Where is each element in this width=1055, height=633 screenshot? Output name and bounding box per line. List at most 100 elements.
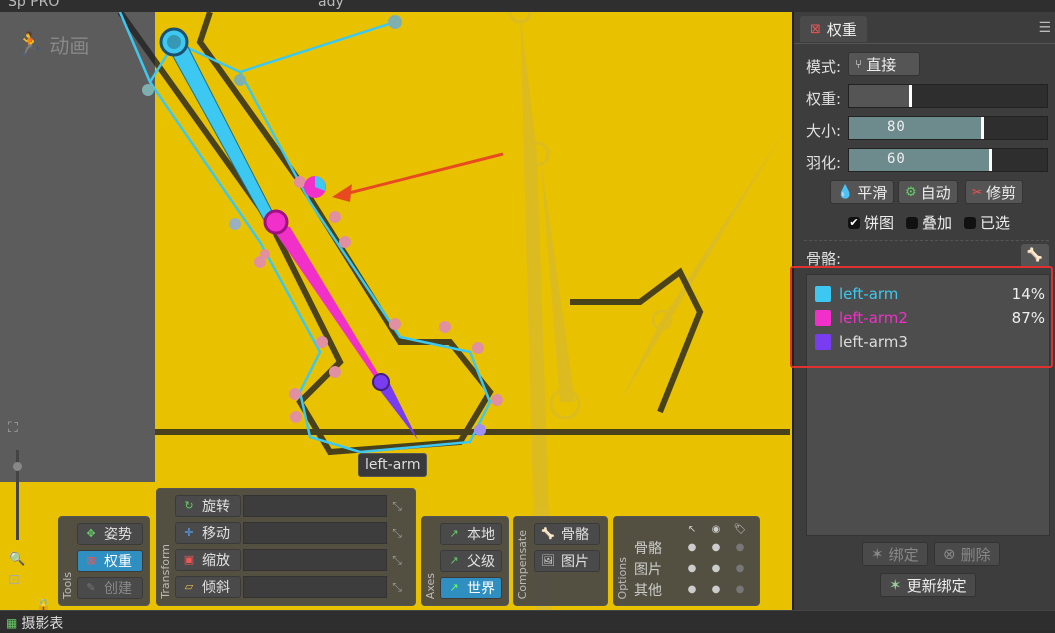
frame-icon[interactable]: ⊡	[8, 572, 20, 588]
auto-label: 自动	[920, 183, 951, 202]
weights-tab-label: 权重	[826, 20, 857, 39]
size-label: 大小:	[806, 122, 842, 140]
prune-label: 修剪	[986, 183, 1017, 202]
compensate-group: Compensate 🦴 骨骼 🖼 图片	[513, 516, 608, 606]
weights-tool-button[interactable]: ⊠ 权重	[77, 550, 143, 572]
translate-button[interactable]: ✛ 移动	[175, 522, 241, 544]
rotate-numeric-icon[interactable]: ⤡	[387, 499, 407, 514]
compensate-group-title: Compensate	[516, 529, 529, 599]
shear-field[interactable]	[243, 576, 387, 598]
annotation-arrow	[332, 152, 504, 202]
weights-icon: ⊠	[86, 554, 96, 567]
selected-checkbox-box[interactable]	[964, 216, 976, 229]
images-visible-toggle[interactable]: ●	[704, 563, 728, 574]
zoom-icon[interactable]: 🔍	[9, 552, 25, 567]
create-tool-button[interactable]: ✎ 创建	[77, 577, 143, 599]
fit-icon[interactable]: ⛶	[8, 420, 18, 436]
size-slider-fill	[849, 117, 984, 139]
selected-checkbox[interactable]: 已选	[964, 212, 1010, 233]
translate-icon: ✛	[184, 526, 194, 539]
scale-numeric-icon[interactable]: ⤡	[387, 553, 407, 568]
other-select-toggle[interactable]: ●	[680, 584, 704, 595]
compensate-bones-label: 骨骼	[561, 527, 589, 543]
weight-slider[interactable]	[848, 84, 1048, 108]
bones[interactable]	[159, 27, 418, 440]
shear-row[interactable]: ▱ 倾斜 ⤡	[175, 576, 407, 598]
images-names-toggle[interactable]: ●	[728, 563, 752, 574]
tools-group-title: Tools	[61, 571, 74, 599]
local-axis-button[interactable]: ↗ 本地	[440, 523, 502, 545]
overlay-checkbox[interactable]: 叠加	[906, 212, 952, 233]
images-select-toggle[interactable]: ●	[680, 563, 704, 574]
translate-numeric-icon[interactable]: ⤡	[387, 526, 407, 541]
weights-panel-tab[interactable]: ⊠ 权重	[800, 16, 867, 42]
bind-button[interactable]: ✶ 绑定	[862, 542, 928, 566]
smooth-icon: 💧	[837, 184, 854, 200]
feather-slider-marker[interactable]	[989, 149, 992, 171]
lock-icon[interactable]: 🔒	[36, 598, 51, 610]
translate-field[interactable]	[243, 522, 387, 544]
parent-axis-button[interactable]: ↗ 父级	[440, 550, 502, 572]
feather-slider[interactable]: 60	[848, 148, 1048, 172]
shear-numeric-icon[interactable]: ⤡	[387, 580, 407, 595]
tag-icon: 🏷	[733, 523, 747, 535]
mode-dropdown[interactable]: ⑂ 直接	[848, 52, 920, 76]
translate-row[interactable]: ✛ 移动 ⤡	[175, 522, 407, 544]
bones-visible-toggle[interactable]: ●	[704, 542, 728, 553]
bind-icon: ✶	[871, 545, 884, 563]
compensate-images-button[interactable]: 🖼 图片	[534, 550, 600, 572]
zoom-slider[interactable]: ⛶ 🔍 ⊡ 🔒	[6, 420, 51, 610]
world-axis-label: 世界	[467, 581, 495, 597]
panel-menu-icon[interactable]: ☰	[1038, 20, 1051, 36]
editor-viewport[interactable]: 🏃 动画 left-arm ⛶ 🔍 ⊡ 🔒 Tools ✥ 姿势 ⊠ 权重 ✎ …	[0, 12, 792, 610]
axes-group-title: Axes	[424, 572, 437, 599]
pie-checkbox-box[interactable]: ✔	[848, 216, 860, 229]
delete-label: 删除	[960, 545, 991, 564]
parent-axis-label: 父级	[467, 554, 495, 570]
bones-names-toggle[interactable]: ●	[728, 542, 752, 553]
file-title: ady	[318, 0, 344, 10]
other-visible-toggle[interactable]: ●	[704, 584, 728, 595]
bone-tooltip: left-arm	[358, 453, 428, 477]
scale-row[interactable]: ▣ 缩放 ⤡	[175, 549, 407, 571]
auto-button[interactable]: ⚙ 自动	[898, 180, 958, 204]
feather-value: 60	[887, 151, 906, 167]
weight-slider-marker[interactable]	[909, 85, 912, 107]
size-slider[interactable]: 80	[848, 116, 1048, 140]
bind-label: 绑定	[888, 545, 919, 564]
pose-tool-button[interactable]: ✥ 姿势	[77, 523, 143, 545]
prune-button[interactable]: ✂ 修剪	[965, 180, 1024, 204]
prune-icon: ✂	[972, 185, 983, 199]
update-bind-button[interactable]: ✶ 更新绑定	[880, 573, 976, 597]
parent-axis-icon: ↗	[449, 554, 459, 567]
world-axis-button[interactable]: ↗ 世界	[440, 577, 502, 599]
shear-label: 倾斜	[202, 580, 230, 596]
scale-label: 缩放	[202, 553, 230, 569]
scale-button[interactable]: ▣ 缩放	[175, 549, 241, 571]
rotate-row[interactable]: ↻ 旋转 ⤡	[175, 495, 407, 517]
bone-picker-icon[interactable]: 🦴	[1021, 244, 1049, 268]
smooth-button[interactable]: 💧 平滑	[830, 180, 895, 204]
rotate-button[interactable]: ↻ 旋转	[175, 495, 241, 517]
highlight-box	[790, 266, 1053, 368]
bones-select-toggle[interactable]: ●	[680, 542, 704, 553]
size-slider-marker[interactable]	[981, 117, 984, 139]
size-value: 80	[887, 119, 906, 135]
options-group: Options ↖ ◉ 🏷 骨骼 ● ● ● 图片 ● ● ● 其他 ● ● ●	[613, 516, 760, 606]
options-row-other: 其他	[634, 582, 662, 599]
compensate-bones-button[interactable]: 🦴 骨骼	[534, 523, 600, 545]
arm-outline	[117, 12, 790, 456]
dopesheet-tab[interactable]: ▦ 摄影表	[6, 613, 63, 633]
delete-button[interactable]: ⊗ 删除	[934, 542, 1000, 566]
zoom-knob[interactable]	[13, 462, 22, 471]
world-axis-icon: ↗	[449, 581, 459, 594]
rotate-field[interactable]	[243, 495, 387, 517]
pie-checkbox[interactable]: ✔ 饼图	[848, 212, 894, 233]
shear-button[interactable]: ▱ 倾斜	[175, 576, 241, 598]
scale-field[interactable]	[243, 549, 387, 571]
create-label: 创建	[104, 581, 132, 597]
selected-label: 已选	[980, 214, 1011, 232]
tools-group: Tools ✥ 姿势 ⊠ 权重 ✎ 创建	[58, 516, 150, 606]
overlay-checkbox-box[interactable]	[906, 216, 918, 229]
other-names-toggle[interactable]: ●	[728, 584, 752, 595]
